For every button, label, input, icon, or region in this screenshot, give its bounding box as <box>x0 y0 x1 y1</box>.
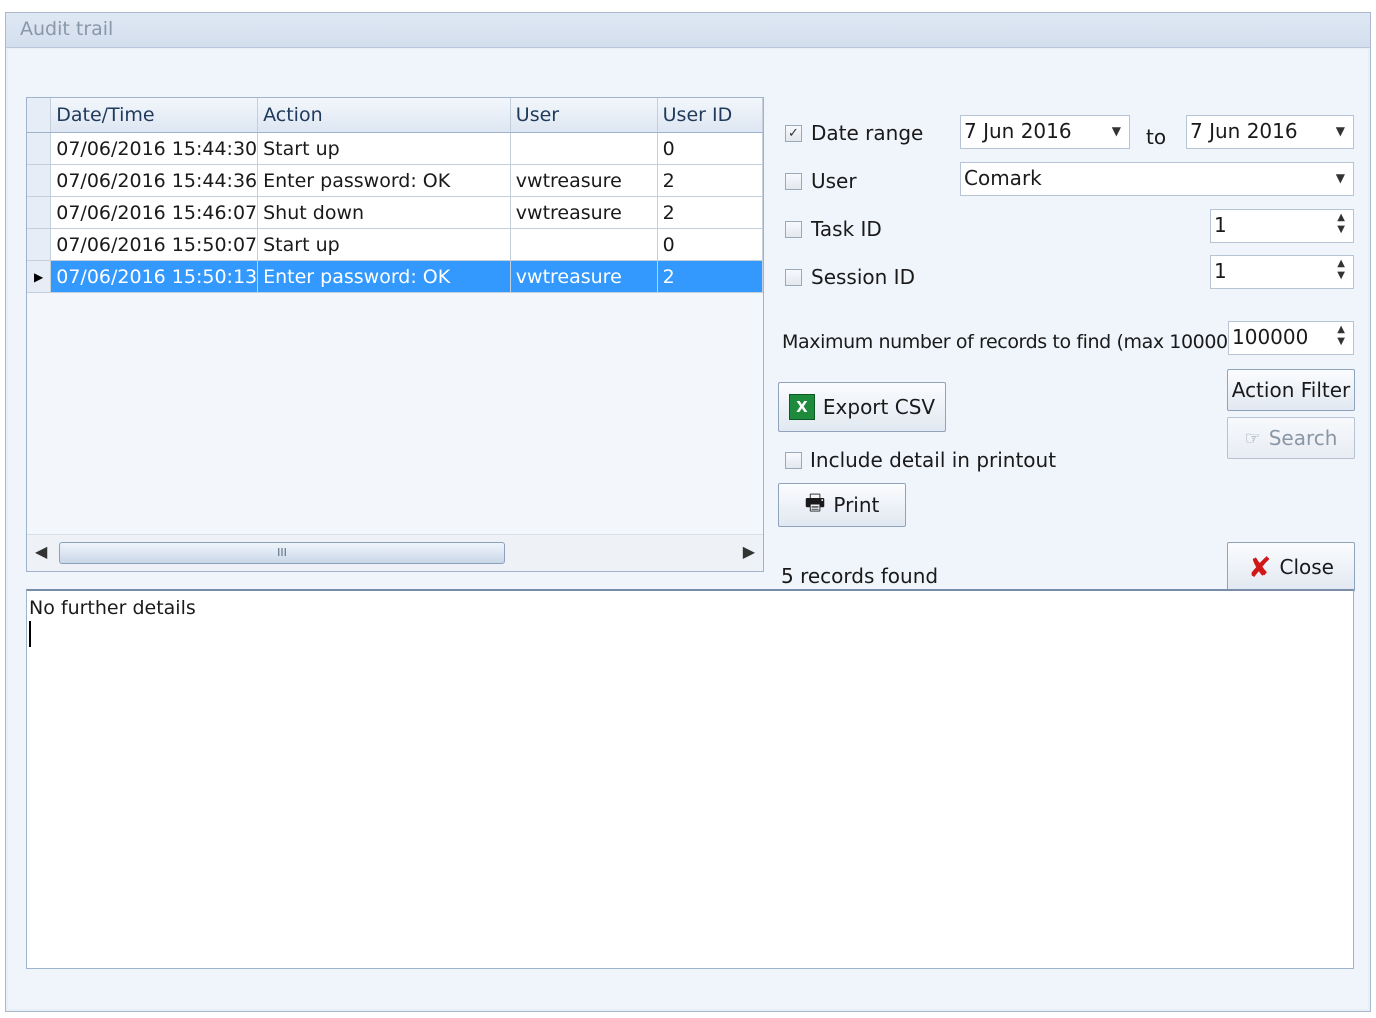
user-value: Comark <box>964 166 1042 190</box>
include-detail-label: Include detail in printout <box>810 448 1057 472</box>
action-filter-label: Action Filter <box>1231 378 1351 402</box>
date-from-picker[interactable]: 7 Jun 2016 ▼ <box>960 115 1130 149</box>
horizontal-scrollbar[interactable]: ◀ III ▶ <box>27 534 763 571</box>
table-row[interactable]: 07/06/2016 15:50:07 Start up 0 <box>27 228 763 261</box>
cell-userid: 0 <box>657 228 763 261</box>
action-filter-button[interactable]: Action Filter <box>1227 369 1355 411</box>
audit-table: Date/Time Action User User ID 07/06/2016… <box>27 98 763 293</box>
row-header-corner <box>27 98 52 133</box>
cell-userid: 2 <box>657 260 763 293</box>
chevron-down-icon[interactable]: ▼ <box>1112 116 1121 146</box>
to-label: to <box>1146 125 1167 149</box>
printer-icon: 🖶 <box>804 491 826 516</box>
records-found-status: 5 records found <box>781 564 939 588</box>
date-from-value: 7 Jun 2016 <box>964 119 1072 143</box>
user-checkbox[interactable] <box>785 173 802 190</box>
spin-arrows-icon[interactable]: ▲ ▼ <box>1337 324 1345 348</box>
max-records-label: Maximum number of records to find (max 1… <box>782 331 1240 353</box>
scroll-thumb[interactable]: III <box>59 542 505 564</box>
pointing-hand-icon: ☞ <box>1244 427 1261 449</box>
cell-userid: 2 <box>657 164 763 197</box>
cell-userid: 2 <box>657 196 763 229</box>
row-header[interactable] <box>27 164 52 197</box>
max-records-stepper[interactable]: 100000 ▲ ▼ <box>1228 321 1354 355</box>
cell-action: Start up <box>257 228 511 261</box>
include-detail-checkbox[interactable] <box>785 452 802 469</box>
export-csv-label: Export CSV <box>822 395 936 419</box>
row-pointer-icon: ▶ <box>27 260 52 293</box>
row-header[interactable] <box>27 228 52 261</box>
date-range-label: Date range <box>811 121 924 145</box>
close-label: Close <box>1279 555 1334 579</box>
session-id-stepper[interactable]: 1 ▲ ▼ <box>1210 255 1354 289</box>
row-header[interactable] <box>27 196 52 229</box>
column-header-datetime[interactable]: Date/Time <box>50 98 259 133</box>
cell-action: Enter password: OK <box>257 260 511 293</box>
text-caret <box>29 621 31 647</box>
cell-user: vwtreasure <box>510 260 658 293</box>
search-button[interactable]: ☞ Search <box>1227 417 1355 459</box>
table-row-selected[interactable]: ▶ 07/06/2016 15:50:13 Enter password: OK… <box>27 260 763 293</box>
export-csv-button[interactable]: X Export CSV <box>778 382 946 432</box>
cell-user: vwtreasure <box>510 164 658 197</box>
details-text: No further details <box>29 597 196 619</box>
table-row[interactable]: 07/06/2016 15:44:30 Start up 0 <box>27 132 763 165</box>
spin-arrows-icon[interactable]: ▲ ▼ <box>1337 212 1345 236</box>
date-range-checkbox[interactable]: ✓ <box>785 125 802 142</box>
print-label: Print <box>833 493 880 517</box>
user-dropdown[interactable]: Comark ▼ <box>960 162 1354 196</box>
cell-action: Enter password: OK <box>257 164 511 197</box>
column-header-action[interactable]: Action <box>257 98 511 133</box>
audit-trail-window: Audit trail Date/Time Action User User I… <box>5 12 1371 1012</box>
close-icon: ✘ <box>1248 550 1272 584</box>
window-title: Audit trail <box>20 18 114 40</box>
max-records-value: 100000 <box>1232 325 1309 349</box>
cell-datetime: 07/06/2016 15:44:30 <box>50 132 259 165</box>
cell-userid: 0 <box>657 132 763 165</box>
cell-action: Start up <box>257 132 511 165</box>
table-row[interactable]: 07/06/2016 15:46:07 Shut down vwtreasure… <box>27 196 763 229</box>
task-id-checkbox[interactable] <box>785 221 802 238</box>
cell-datetime: 07/06/2016 15:46:07 <box>50 196 259 229</box>
title-bar: Audit trail <box>6 13 1370 48</box>
column-header-user[interactable]: User <box>510 98 658 133</box>
date-to-value: 7 Jun 2016 <box>1190 119 1298 143</box>
task-id-label: Task ID <box>811 217 882 241</box>
cell-user: vwtreasure <box>510 196 658 229</box>
chevron-down-icon[interactable]: ▼ <box>1336 163 1345 193</box>
client-area: Date/Time Action User User ID 07/06/2016… <box>8 49 1368 1009</box>
chevron-down-icon[interactable]: ▼ <box>1336 116 1345 146</box>
cell-user <box>510 228 658 261</box>
cell-user <box>510 132 658 165</box>
spin-arrows-icon[interactable]: ▲ ▼ <box>1337 258 1345 282</box>
table-row[interactable]: 07/06/2016 15:44:36 Enter password: OK v… <box>27 164 763 197</box>
session-id-value: 1 <box>1214 259 1227 283</box>
close-button[interactable]: ✘ Close <box>1227 542 1355 592</box>
cell-datetime: 07/06/2016 15:44:36 <box>50 164 259 197</box>
cell-datetime: 07/06/2016 15:50:13 <box>50 260 259 293</box>
scroll-left-icon[interactable]: ◀ <box>35 542 47 561</box>
details-textarea[interactable]: No further details <box>26 589 1354 969</box>
excel-icon: X <box>788 394 815 420</box>
cell-action: Shut down <box>257 196 511 229</box>
search-label: Search <box>1268 426 1338 450</box>
header-row: Date/Time Action User User ID <box>27 98 763 133</box>
print-button[interactable]: 🖶 Print <box>778 483 906 527</box>
cell-datetime: 07/06/2016 15:50:07 <box>50 228 259 261</box>
audit-grid[interactable]: Date/Time Action User User ID 07/06/2016… <box>26 97 764 572</box>
user-label: User <box>811 169 857 193</box>
task-id-value: 1 <box>1214 213 1227 237</box>
session-id-label: Session ID <box>811 265 915 289</box>
scroll-right-icon[interactable]: ▶ <box>743 542 755 561</box>
column-header-userid[interactable]: User ID <box>657 98 763 133</box>
session-id-checkbox[interactable] <box>785 269 802 286</box>
task-id-stepper[interactable]: 1 ▲ ▼ <box>1210 209 1354 243</box>
date-to-picker[interactable]: 7 Jun 2016 ▼ <box>1186 115 1354 149</box>
row-header[interactable] <box>27 132 52 165</box>
